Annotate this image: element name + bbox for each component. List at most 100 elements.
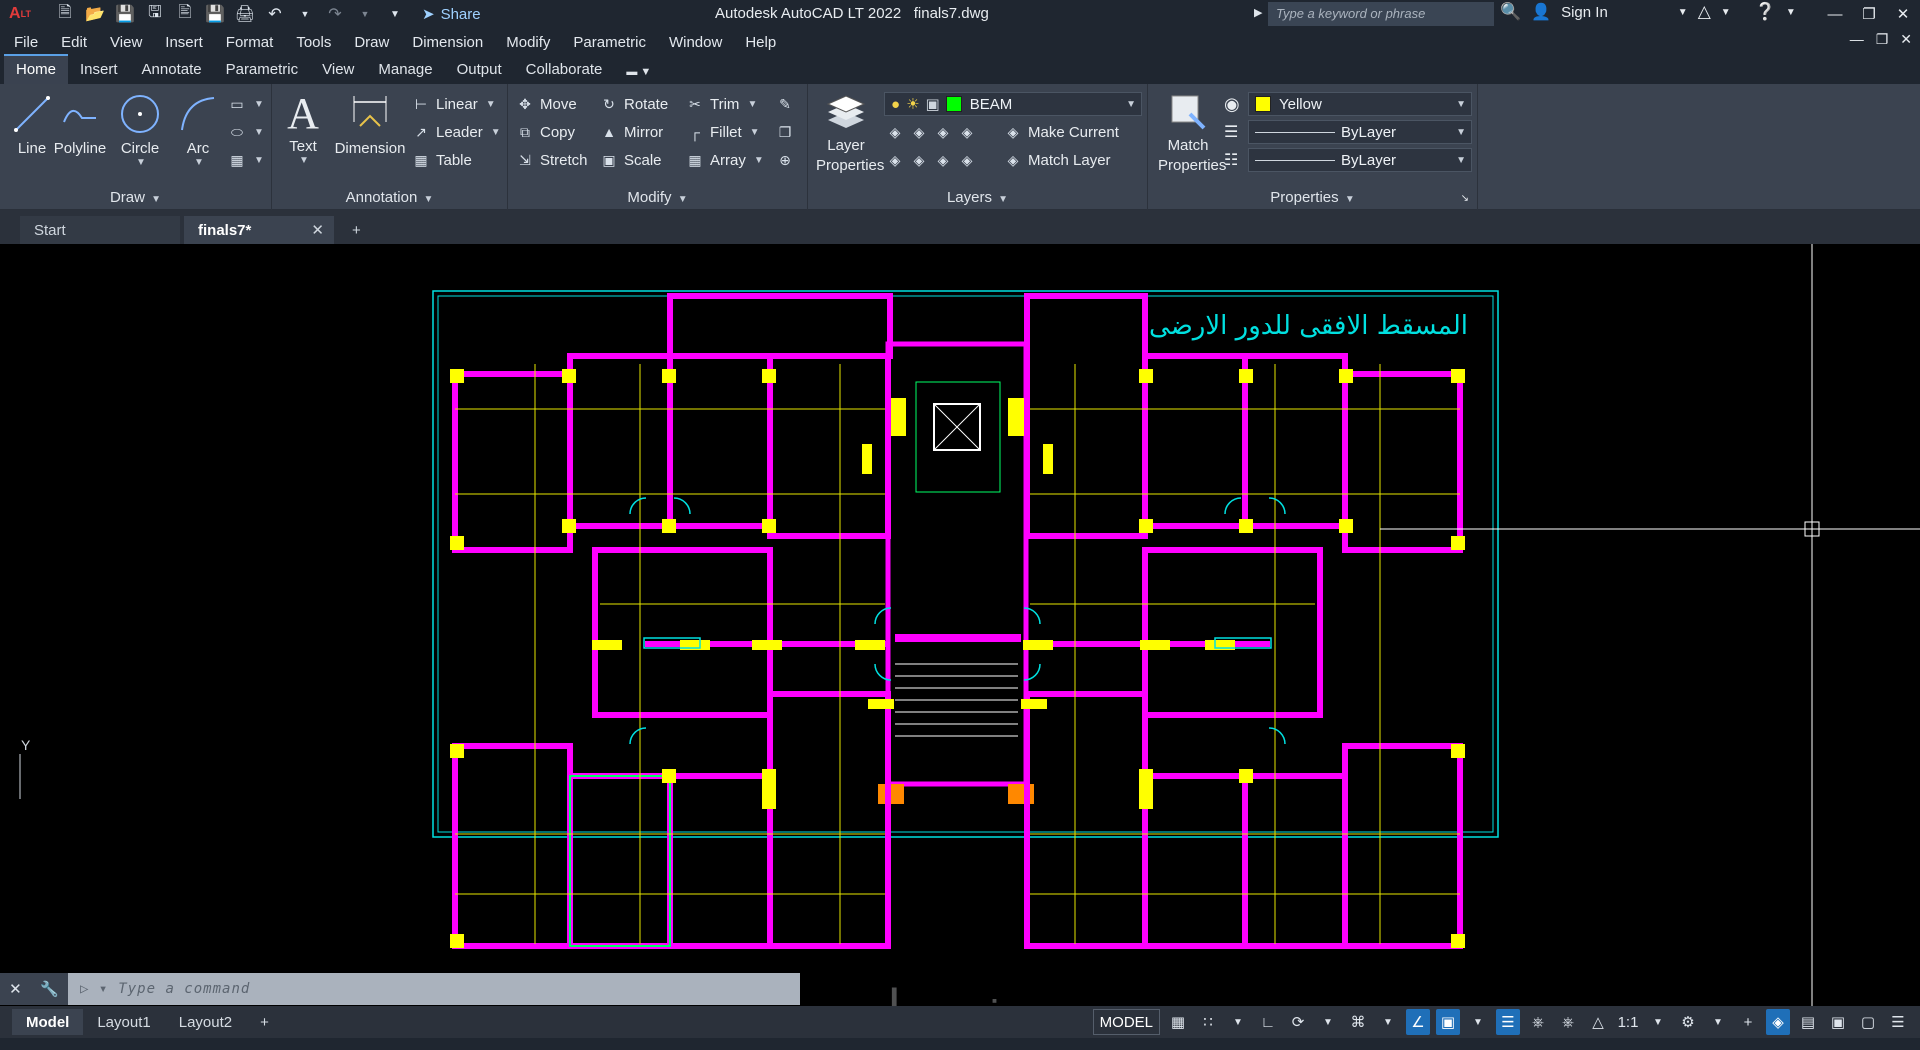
tab-parametric[interactable]: Parametric <box>214 56 311 84</box>
autodesk-app-icon[interactable]: △ <box>1698 2 1711 22</box>
erase-tool[interactable]: ✎ <box>776 92 794 116</box>
hardware-acceleration-icon[interactable]: ▤ <box>1796 1009 1820 1035</box>
layer-lock-tool-icon[interactable]: ◈ <box>958 123 976 141</box>
restore-icon[interactable]: ❐ <box>1852 0 1886 28</box>
layout-tab-layout2[interactable]: Layout2 <box>165 1009 246 1035</box>
fullscreen-icon[interactable]: ▢ <box>1856 1009 1880 1035</box>
layer-properties-button[interactable]: Layer Properties <box>808 92 884 176</box>
tab-manage[interactable]: Manage <box>366 56 444 84</box>
layer-isolate-icon[interactable]: ◈ <box>910 123 928 141</box>
save-as-icon[interactable]: 🖫 <box>142 3 168 25</box>
layout-tab-model[interactable]: Model <box>12 1009 84 1035</box>
menu-view[interactable]: View <box>110 34 155 51</box>
isodraft-icon[interactable]: ⌘ <box>1346 1009 1370 1035</box>
ortho-icon[interactable]: ∟ <box>1256 1009 1280 1035</box>
scale-dropdown-icon[interactable]: ▼ <box>1646 1009 1670 1035</box>
annotation-panel-title[interactable]: Annotation ▼ <box>272 189 507 206</box>
draw-panel-title[interactable]: Draw ▼ <box>0 189 271 206</box>
share-button[interactable]: ➤ Share <box>422 5 481 24</box>
modify-panel-title[interactable]: Modify ▼ <box>508 189 807 206</box>
circle-tool[interactable]: Circle ▼ <box>108 92 172 168</box>
sign-in-button[interactable]: Sign In <box>1561 4 1608 21</box>
redo-icon[interactable]: ↷ <box>322 3 348 25</box>
autodesk-dropdown-icon[interactable]: ▼ <box>1721 7 1731 18</box>
layer-unisolate-icon[interactable]: ◈ <box>910 151 928 169</box>
annotation-scale-icon[interactable]: △ <box>1586 1009 1610 1035</box>
region-tool[interactable]: ▦ ▼ <box>228 148 264 172</box>
plot-icon[interactable]: 🖨 <box>232 3 258 25</box>
tab-annotate[interactable]: Annotate <box>130 56 214 84</box>
tab-finals7[interactable]: finals7* ✕ <box>184 216 334 244</box>
snap-icon[interactable]: ∷ <box>1196 1009 1220 1035</box>
mirror-tool[interactable]: ▲ Mirror <box>600 120 663 144</box>
new-tab-button[interactable]: + <box>338 216 375 244</box>
doc-minimize-icon[interactable]: — <box>1850 31 1864 48</box>
tab-insert[interactable]: Insert <box>68 56 130 84</box>
menu-parametric[interactable]: Parametric <box>573 34 659 51</box>
tab-view[interactable]: View <box>310 56 366 84</box>
help-icon[interactable]: ❔ <box>1755 2 1776 22</box>
customize-command-icon[interactable]: 🔧 <box>40 980 59 998</box>
layer-freeze-icon[interactable]: ◈ <box>934 123 952 141</box>
menu-tools[interactable]: Tools <box>296 34 344 51</box>
circle-dropdown-icon[interactable]: ▼ <box>110 157 172 168</box>
doc-close-icon[interactable]: ✕ <box>1900 31 1912 48</box>
menu-insert[interactable]: Insert <box>165 34 216 51</box>
object-snap-icon[interactable]: ▣ <box>1436 1009 1460 1035</box>
drawing-canvas[interactable]: المسقط الافقى للدور الارضى Y <box>0 244 1920 1006</box>
layer-on-tool-icon[interactable]: ◈ <box>886 151 904 169</box>
menu-modify[interactable]: Modify <box>506 34 563 51</box>
add-icon[interactable]: + <box>1736 1009 1760 1035</box>
command-input[interactable]: ▷ ▾ Type a command <box>68 973 800 1005</box>
rectangle-tool[interactable]: ▭ ▼ <box>228 92 264 116</box>
undo-icon[interactable]: ↶ <box>262 3 288 25</box>
rotate-tool[interactable]: ↻ Rotate <box>600 92 668 116</box>
tab-collaborate[interactable]: Collaborate <box>514 56 615 84</box>
auto-scale-icon[interactable]: ⎈ <box>1556 1009 1580 1035</box>
hatch-tool[interactable]: ⬭ ▼ <box>228 120 264 144</box>
tab-output[interactable]: Output <box>445 56 514 84</box>
properties-launcher-icon[interactable]: ↘ <box>1461 193 1469 204</box>
arc-dropdown-icon[interactable]: ▼ <box>168 157 230 168</box>
menu-draw[interactable]: Draw <box>354 34 402 51</box>
layout-tab-layout1[interactable]: Layout1 <box>83 1009 164 1035</box>
ribbon-display-toggle-icon[interactable]: ▬ ▼ <box>614 61 663 84</box>
open-icon[interactable]: 📂 <box>82 3 108 25</box>
offset-tool[interactable]: ⊕ <box>776 148 794 172</box>
help-dropdown-icon[interactable]: ▼ <box>1786 7 1796 18</box>
undo-dropdown-icon[interactable]: ▼ <box>292 3 318 25</box>
text-tool[interactable]: A Text ▼ <box>278 92 328 167</box>
customize-qa-icon[interactable]: ▼ <box>382 3 408 25</box>
arc-tool[interactable]: Arc ▼ <box>166 92 230 168</box>
close-command-line-icon[interactable]: ✕ <box>9 980 22 998</box>
isolate-objects-icon[interactable]: ◈ <box>1766 1009 1790 1035</box>
doc-restore-icon[interactable]: ❐ <box>1876 31 1889 48</box>
clean-screen-icon[interactable]: ▣ <box>1826 1009 1850 1035</box>
search-input[interactable]: Type a keyword or phrase <box>1268 2 1494 26</box>
polar-dropdown-icon[interactable]: ▼ <box>1316 1009 1340 1035</box>
open-web-icon[interactable]: 🖹 <box>172 3 198 25</box>
menu-help[interactable]: Help <box>745 34 789 51</box>
object-snap-tracking-icon[interactable]: ∠ <box>1406 1009 1430 1035</box>
workspace-gear-icon[interactable]: ⚙ <box>1676 1009 1700 1035</box>
layers-panel-title[interactable]: Layers ▼ <box>808 189 1147 206</box>
dimension-tool[interactable]: Dimension <box>330 92 410 157</box>
minimize-icon[interactable]: — <box>1818 0 1852 28</box>
add-layout-button[interactable]: + <box>246 1009 283 1035</box>
model-space-toggle[interactable]: MODEL <box>1092 1009 1160 1035</box>
stretch-tool[interactable]: ⇲ Stretch <box>516 148 587 172</box>
scale-tool[interactable]: ▣ Scale <box>600 148 661 172</box>
menu-file[interactable]: File <box>14 34 51 51</box>
properties-panel-title[interactable]: Properties ▼ <box>1148 189 1477 206</box>
new-icon[interactable]: 🗎 <box>52 3 78 25</box>
isodraft-dropdown-icon[interactable]: ▼ <box>1376 1009 1400 1035</box>
color-dropdown[interactable]: Yellow ▼ <box>1248 92 1472 116</box>
layer-thaw-tool-icon[interactable]: ◈ <box>934 151 952 169</box>
match-layer-button[interactable]: ◈ Match Layer <box>1004 148 1111 172</box>
menu-format[interactable]: Format <box>226 34 287 51</box>
move-tool[interactable]: ✥ Move <box>516 92 577 116</box>
close-tab-icon[interactable]: ✕ <box>311 221 324 239</box>
tab-home[interactable]: Home <box>4 54 69 84</box>
workspace-dropdown-icon[interactable]: ▼ <box>1706 1009 1730 1035</box>
match-properties-button[interactable]: Match Properties <box>1152 92 1226 176</box>
